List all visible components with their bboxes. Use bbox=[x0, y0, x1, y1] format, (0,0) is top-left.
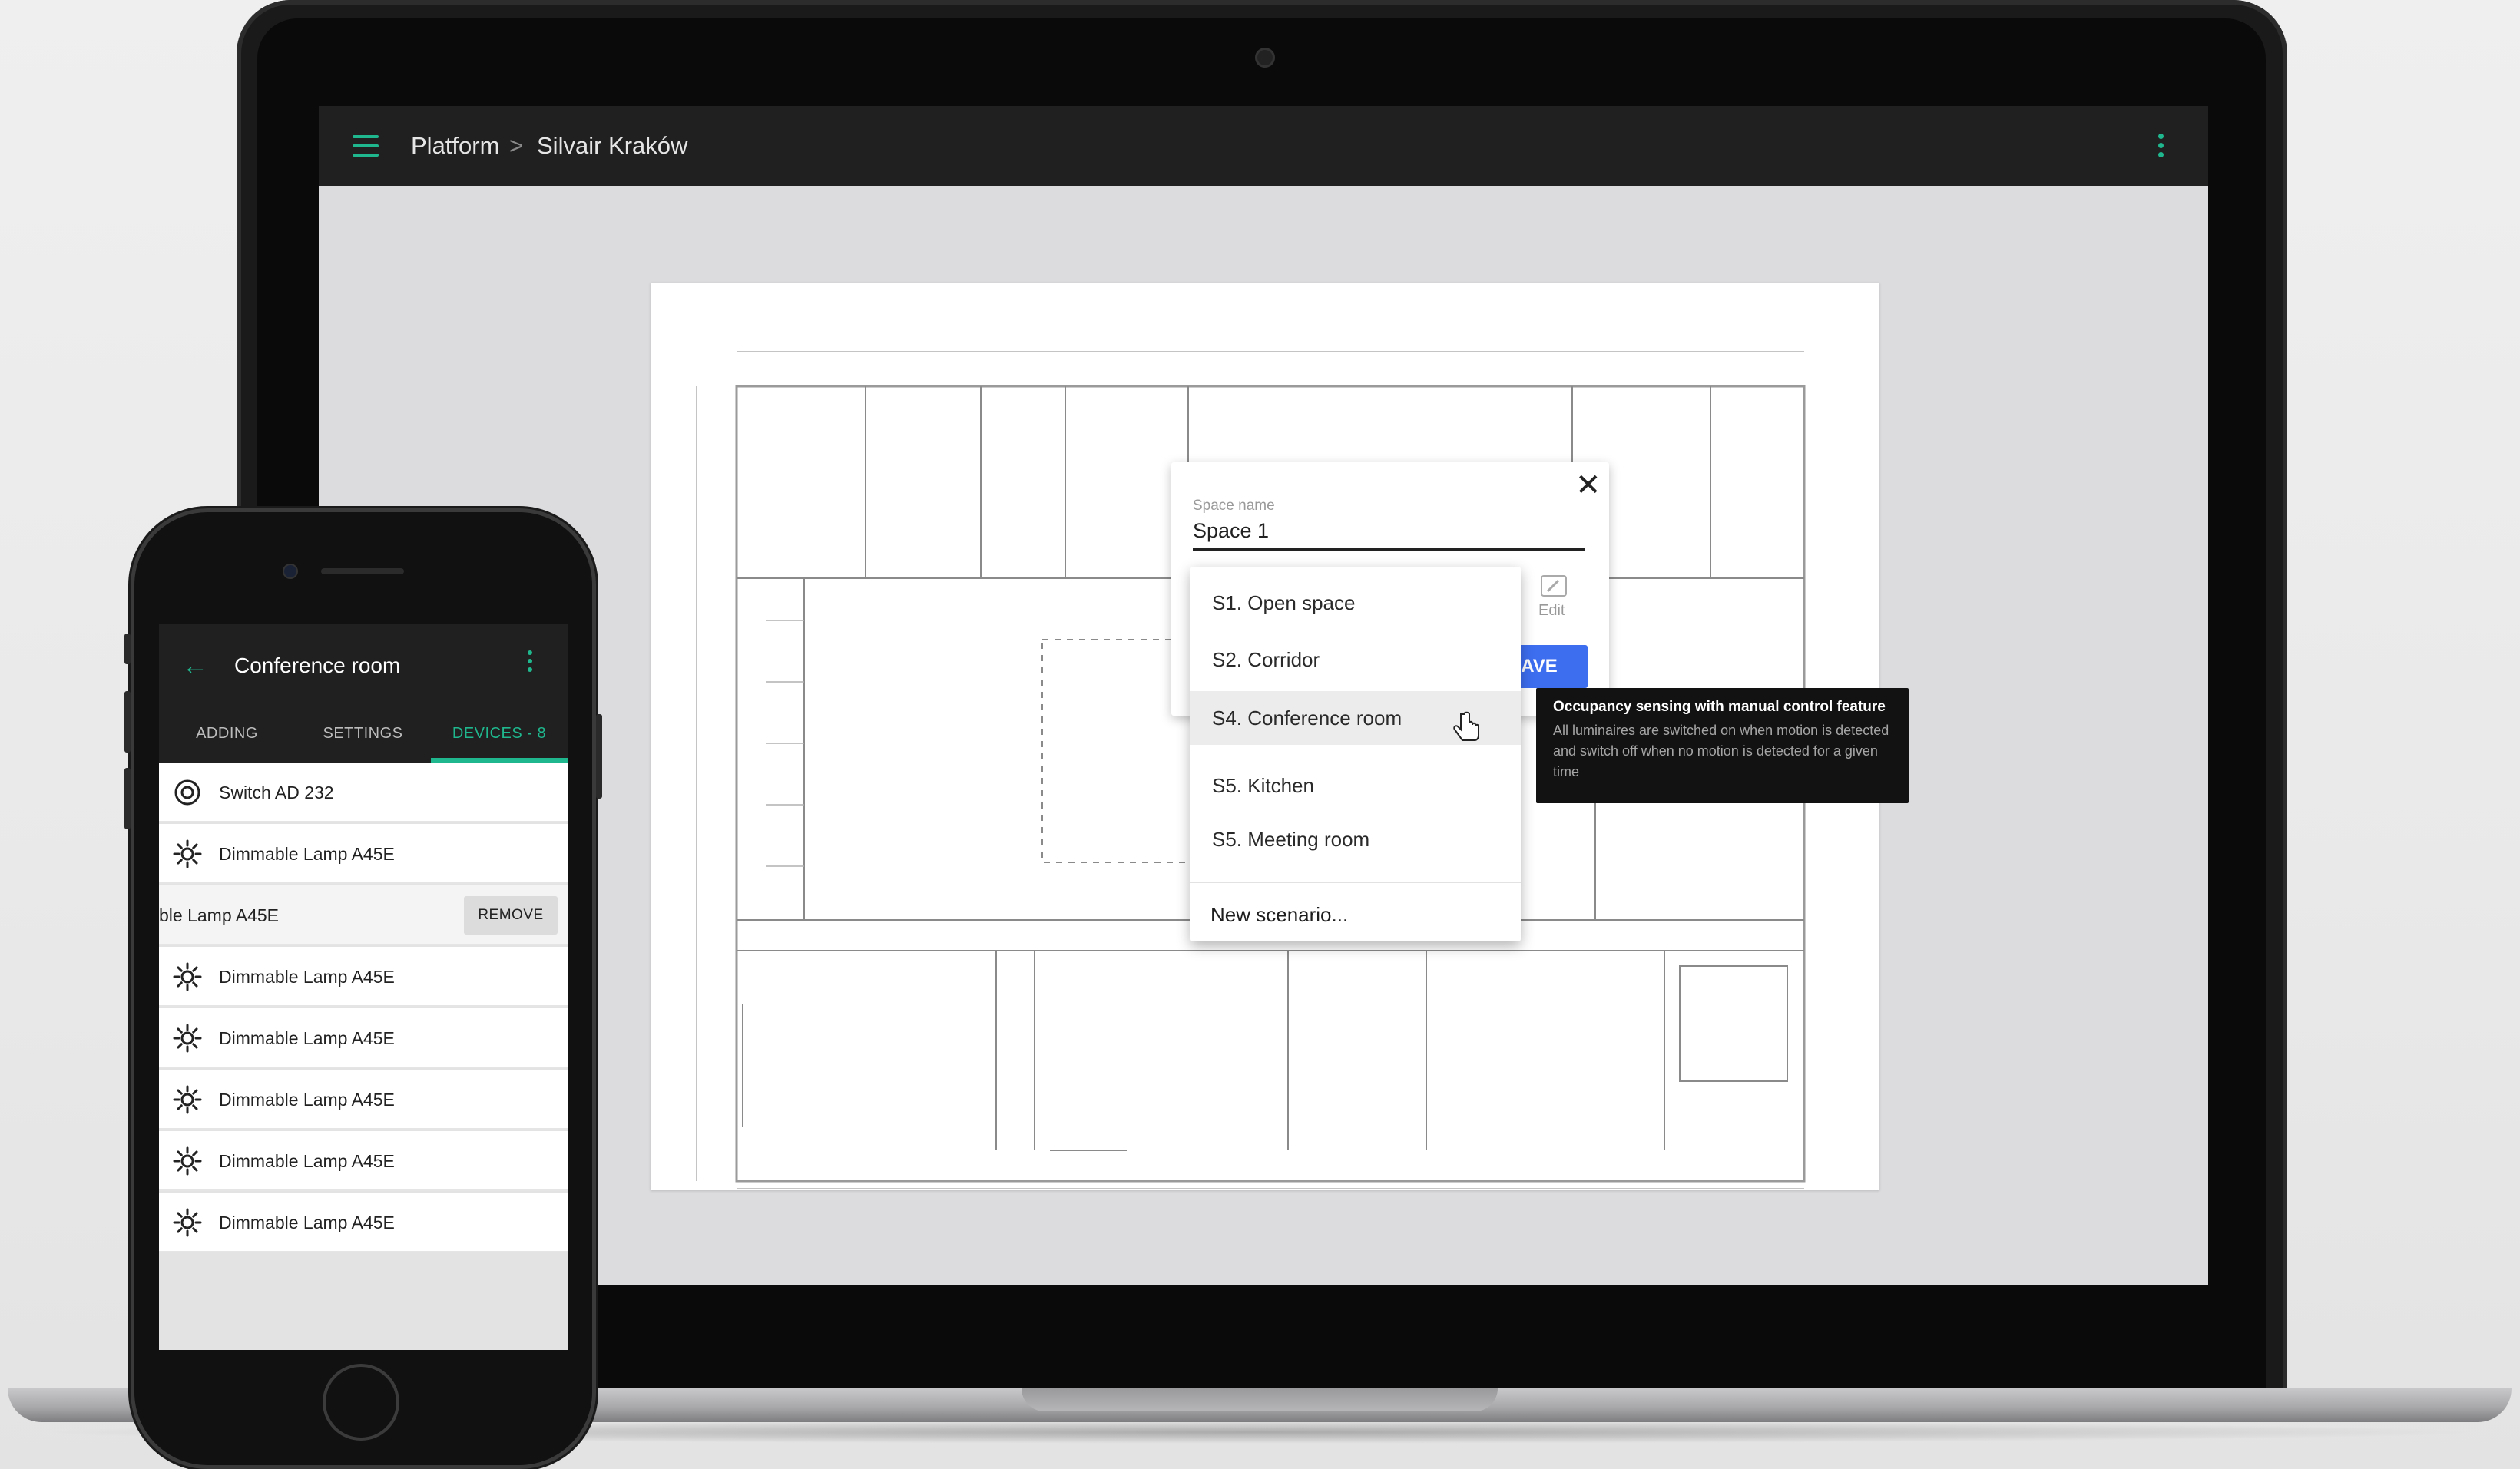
scenario-dropdown: S1. Open space S2. Corridor S4. Conferen… bbox=[1190, 567, 1521, 941]
device-label: ble Lamp A45E bbox=[159, 905, 280, 925]
space-name-input[interactable]: Space 1 bbox=[1193, 519, 1269, 543]
input-underline bbox=[1193, 548, 1585, 551]
device-row[interactable]: Dimmable Lamp A45E bbox=[159, 1193, 568, 1252]
laptop-notch bbox=[1022, 1388, 1498, 1411]
phone-volume-down bbox=[124, 768, 131, 829]
phone-power-button bbox=[596, 714, 602, 799]
remove-button[interactable]: REMOVE bbox=[464, 896, 558, 935]
device-label: Dimmable Lamp A45E bbox=[219, 1028, 395, 1048]
phone-more-options-icon[interactable] bbox=[528, 650, 534, 677]
tab-devices[interactable]: DEVICES - 8 bbox=[431, 704, 568, 763]
tooltip-body: All luminaires are switched on when moti… bbox=[1553, 723, 1889, 779]
device-label: Dimmable Lamp A45E bbox=[219, 967, 395, 987]
device-label: Dimmable Lamp A45E bbox=[219, 1090, 395, 1110]
breadcrumb-chevron-icon: > bbox=[509, 132, 524, 159]
phone-camera bbox=[283, 564, 298, 579]
top-app-bar: Platform > Silvair Kraków bbox=[319, 106, 2208, 186]
device-label: Dimmable Lamp A45E bbox=[219, 844, 395, 864]
device-row[interactable]: Dimmable Lamp A45E bbox=[159, 1070, 568, 1130]
device-row[interactable]: Dimmable Lamp A45E bbox=[159, 1131, 568, 1191]
tab-adding[interactable]: ADDING bbox=[159, 704, 295, 763]
lamp-icon bbox=[173, 1024, 202, 1053]
phone-speaker bbox=[321, 568, 404, 574]
home-button[interactable] bbox=[323, 1364, 399, 1441]
device-label: Switch AD 232 bbox=[219, 782, 334, 802]
scenario-open-space[interactable]: S1. Open space bbox=[1190, 576, 1521, 630]
lamp-icon bbox=[173, 1085, 202, 1114]
scenario-kitchen[interactable]: S5. Kitchen bbox=[1190, 759, 1521, 812]
device-row[interactable]: Dimmable Lamp A45E bbox=[159, 1008, 568, 1068]
edit-label[interactable]: Edit bbox=[1538, 602, 1565, 620]
space-name-label: Space name bbox=[1193, 498, 1275, 514]
breadcrumb-current: Silvair Kraków bbox=[537, 132, 688, 159]
device-row[interactable]: ble Lamp A45E REMOVE bbox=[159, 885, 568, 945]
back-arrow-icon[interactable]: ← bbox=[182, 650, 208, 681]
device-row[interactable]: Switch AD 232 bbox=[159, 763, 568, 822]
laptop-screen: Platform > Silvair Kraków ✕ Space name S… bbox=[319, 106, 2208, 1285]
close-icon[interactable]: ✕ bbox=[1575, 468, 1601, 502]
screen-title: Conference room bbox=[234, 653, 401, 677]
lamp-icon bbox=[173, 962, 202, 991]
new-scenario-item[interactable]: New scenario... bbox=[1210, 889, 1348, 940]
device-row[interactable]: Dimmable Lamp A45E bbox=[159, 824, 568, 884]
hand-cursor-icon bbox=[1453, 711, 1479, 741]
menu-divider bbox=[1190, 882, 1521, 883]
tab-settings[interactable]: SETTINGS bbox=[295, 704, 431, 763]
more-options-icon[interactable] bbox=[2158, 134, 2164, 160]
tooltip-title: Occupancy sensing with manual control fe… bbox=[1553, 699, 1886, 715]
phone-screen: ← Conference room ADDING SETTINGS DEVICE… bbox=[159, 624, 568, 1350]
scenario-meeting-room[interactable]: S5. Meeting room bbox=[1190, 812, 1521, 866]
lamp-icon bbox=[173, 839, 202, 868]
phone-volume-up bbox=[124, 691, 131, 753]
device-label: Dimmable Lamp A45E bbox=[219, 1213, 395, 1232]
scenario-tooltip: Occupancy sensing with manual control fe… bbox=[1536, 688, 1909, 803]
laptop-camera bbox=[1255, 48, 1275, 68]
hamburger-menu-icon[interactable] bbox=[353, 135, 379, 157]
switch-icon bbox=[174, 779, 200, 806]
phone-app-bar: ← Conference room ADDING SETTINGS DEVICE… bbox=[159, 624, 568, 763]
device-row[interactable]: Dimmable Lamp A45E bbox=[159, 947, 568, 1007]
lamp-icon bbox=[173, 1208, 202, 1237]
lamp-icon bbox=[173, 1146, 202, 1176]
device-label: Dimmable Lamp A45E bbox=[219, 1151, 395, 1171]
scenario-corridor[interactable]: S2. Corridor bbox=[1190, 633, 1521, 687]
edit-icon[interactable] bbox=[1540, 574, 1568, 597]
phone-mute-switch bbox=[124, 634, 131, 664]
breadcrumb-platform[interactable]: Platform bbox=[411, 129, 499, 163]
